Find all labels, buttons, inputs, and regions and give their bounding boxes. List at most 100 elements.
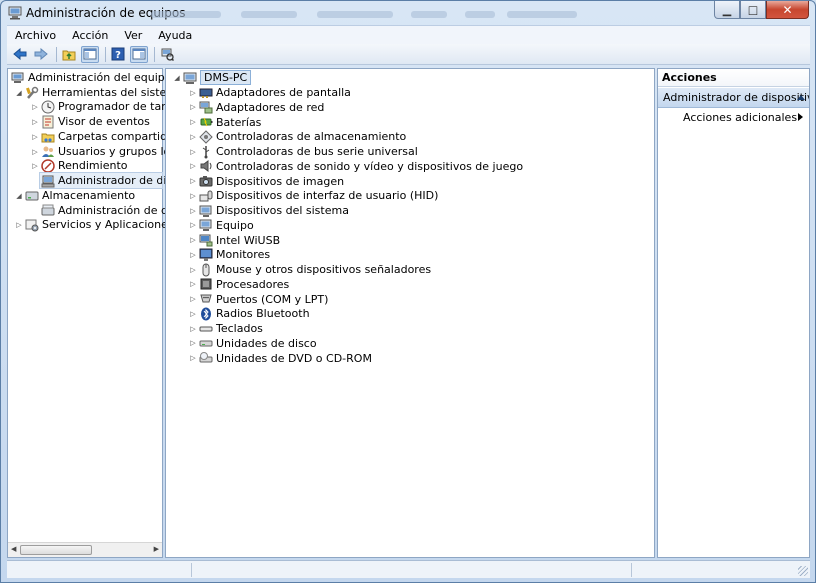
show-hide-action-pane-button[interactable] [130,45,148,63]
device-tree-root[interactable]: ◢ DMS-PC [172,70,252,85]
menu-accion[interactable]: Acción [64,29,116,42]
forward-button[interactable] [32,46,50,63]
scroll-left-icon[interactable]: ◀ [11,545,16,553]
dvd-drive-icon [199,351,213,365]
device-category[interactable]: ▷ Mouse y otros dispositivos señaladores [188,262,431,277]
menu-ver[interactable]: Ver [116,29,150,42]
clock-icon [41,100,55,114]
tree-item-device-manager[interactable]: Administrador de dispo [39,172,186,189]
tree-item-shared-folders[interactable]: ▷ Carpetas compartidas [30,129,179,144]
maximize-icon: □ [747,3,759,16]
device-category[interactable]: ▷ Unidades de DVD o CD-ROM [188,351,372,366]
status-divider [631,563,632,577]
menu-ayuda[interactable]: Ayuda [150,29,200,42]
collapsed-arrow-icon[interactable]: ▷ [188,192,198,200]
device-category-label: Dispositivos del sistema [216,204,349,217]
expanded-arrow-icon[interactable]: ◢ [14,192,24,200]
device-category-label: Baterías [216,115,262,129]
up-level-button[interactable] [60,46,78,63]
show-hide-console-tree-button[interactable] [81,45,99,63]
device-category-label: Equipo [216,218,254,232]
collapsed-arrow-icon[interactable]: ▷ [30,103,40,111]
display-adapter-icon [199,86,213,100]
computer-management-window: Administración de equipos ▁ □ ✕ Archivo … [0,0,816,583]
status-divider [191,563,192,577]
collapsed-arrow-icon[interactable]: ▷ [188,89,198,97]
collapsed-arrow-icon[interactable]: ▷ [188,118,198,126]
device-category[interactable]: ▷ Controladoras de bus serie universal [188,144,418,159]
close-button[interactable]: ✕ [766,1,809,19]
collapsed-arrow-icon[interactable]: ▷ [188,133,198,141]
scroll-right-icon[interactable]: ▶ [154,545,159,553]
device-category[interactable]: ▷ Procesadores [188,277,289,292]
device-category[interactable]: ▷ Dispositivos del sistema [188,203,349,218]
device-category[interactable]: ▷ Intel WiUSB [188,233,280,248]
actions-header: Acciones [658,69,809,87]
collapsed-arrow-icon[interactable]: ▷ [30,118,40,126]
collapsed-arrow-icon[interactable]: ▷ [188,207,198,215]
minimize-button[interactable]: ▁ [714,1,740,19]
tree-item-system-tools[interactable]: ◢ Herramientas del sistema [14,85,183,100]
resize-grip[interactable] [798,566,808,576]
battery-icon [199,115,213,129]
collapsed-arrow-icon[interactable]: ▷ [188,103,198,111]
help-button[interactable]: ? [109,46,127,63]
collapsed-arrow-icon[interactable]: ▷ [188,162,198,170]
menu-archivo[interactable]: Archivo [7,29,64,42]
device-category[interactable]: ▷ Adaptadores de pantalla [188,85,351,100]
collapsed-arrow-icon[interactable]: ▷ [30,148,40,156]
collapsed-arrow-icon[interactable]: ▷ [188,251,198,259]
device-category[interactable]: ▷ Puertos (COM y LPT) [188,292,328,307]
tree-item-task-scheduler[interactable]: ▷ Programador de tareas [30,99,185,114]
expanded-arrow-icon[interactable]: ◢ [172,74,182,82]
device-category[interactable]: ▷ Dispositivos de interfaz de usuario (HI… [188,188,438,203]
collapsed-arrow-icon[interactable]: ▷ [188,266,198,274]
device-category[interactable]: ▷ Dispositivos de imagen [188,174,344,189]
device-category[interactable]: ▷ Unidades de disco [188,336,316,351]
device-category[interactable]: ▷ Adaptadores de red [188,100,324,115]
collapsed-arrow-icon[interactable]: ▷ [188,339,198,347]
collapsed-arrow-icon[interactable]: ▷ [188,325,198,333]
collapsed-arrow-icon[interactable]: ▷ [188,148,198,156]
tree-item-event-viewer[interactable]: ▷ Visor de eventos [30,114,150,129]
device-category[interactable]: ▷ Baterías [188,115,261,130]
back-button[interactable] [11,46,29,63]
tree-item-performance[interactable]: ▷ Rendimiento [30,158,127,173]
collapsed-arrow-icon[interactable]: ▷ [188,295,198,303]
maximize-button[interactable]: □ [740,1,766,19]
menu-bar: Archivo Acción Ver Ayuda [7,25,810,44]
camera-icon [199,174,213,188]
collapsed-arrow-icon[interactable]: ▷ [188,236,198,244]
collapsed-arrow-icon[interactable]: ▷ [188,280,198,288]
title-ghost [151,11,221,18]
device-category[interactable]: ▷ Controladoras de sonido y vídeo y dispo… [188,159,523,174]
device-category[interactable]: ▷ Controladoras de almacenamiento [188,129,406,144]
tree-item-services[interactable]: ▷ Servicios y Aplicaciones [14,217,174,232]
collapsed-arrow-icon[interactable]: ▷ [188,310,198,318]
device-category[interactable]: ▷ Equipo [188,218,254,233]
expanded-arrow-icon[interactable]: ◢ [14,89,24,97]
tree-item-label: Servicios y Aplicaciones [42,218,174,231]
help-icon: ? [111,47,125,61]
horizontal-scrollbar[interactable]: ◀ ▶ [8,542,162,557]
collapsed-arrow-icon[interactable]: ▷ [188,221,198,229]
collapsed-arrow-icon[interactable]: ▷ [30,133,40,141]
collapse-up-icon[interactable] [797,95,805,100]
close-icon: ✕ [782,2,793,17]
scan-hardware-icon [161,48,174,61]
collapsed-arrow-icon[interactable]: ▷ [188,177,198,185]
collapsed-arrow-icon[interactable]: ▷ [188,354,198,362]
device-tree-pane[interactable]: ◢ DMS-PC ▷ Adaptadores de pantalla ▷ Adapta… [165,68,655,558]
console-tree-pane[interactable]: Administración del equipo (loc ◢ Herrami… [7,68,195,558]
device-category[interactable]: ▷ Radios Bluetooth [188,306,310,321]
scan-hardware-button[interactable] [158,46,176,63]
device-category[interactable]: ▷ Monitores [188,247,270,262]
scrollbar-thumb[interactable] [20,545,92,555]
more-actions-link[interactable]: Acciones adicionales [683,111,797,124]
tree-item-storage[interactable]: ◢ Almacenamiento [14,188,135,203]
device-category[interactable]: ▷ Teclados [188,321,263,336]
collapsed-arrow-icon[interactable]: ▷ [30,162,40,170]
actions-section-device-manager[interactable]: Administrador de dispositivos [658,88,809,108]
collapsed-arrow-icon[interactable]: ▷ [14,221,24,229]
title-bar[interactable]: Administración de equipos ▁ □ ✕ [1,1,815,25]
